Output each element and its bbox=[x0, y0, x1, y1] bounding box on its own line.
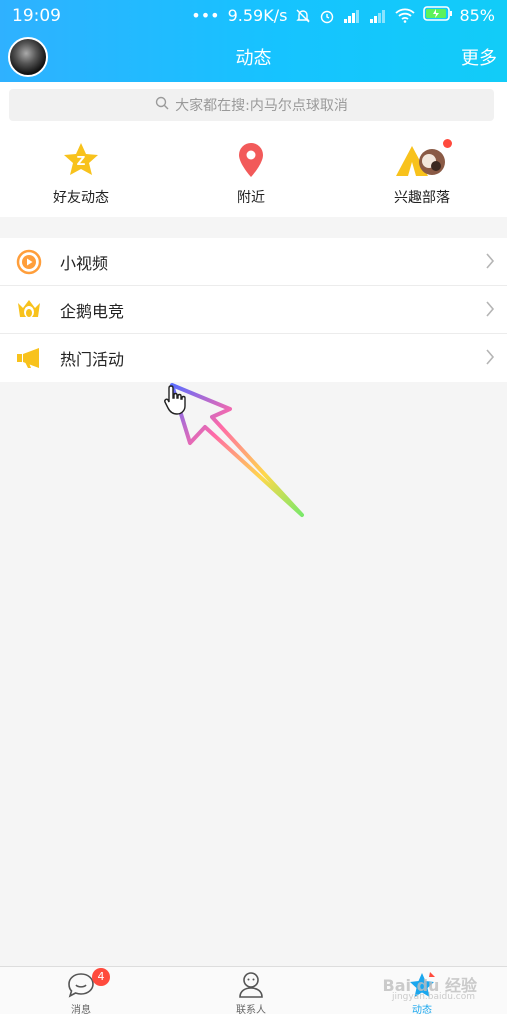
tribe-tent-icon bbox=[392, 137, 452, 183]
hand-cursor-icon bbox=[163, 384, 189, 420]
quick-entries: Z 好友动态 附近 兴趣部落 bbox=[0, 127, 507, 217]
battery: 85% bbox=[423, 6, 495, 25]
quick-entry-label: 附近 bbox=[237, 190, 265, 206]
alarm-icon bbox=[319, 8, 335, 24]
location-pin-icon bbox=[228, 137, 274, 183]
search-placeholder: 大家都在搜:内马尔点球取消 bbox=[175, 98, 348, 114]
svg-text:Z: Z bbox=[77, 154, 86, 168]
list-item-label: 企鹅电竞 bbox=[60, 301, 125, 321]
tab-contacts[interactable]: 联系人 bbox=[191, 971, 311, 1014]
search-icon bbox=[155, 96, 169, 114]
network-speed: 9.59K/s bbox=[227, 6, 288, 25]
watermark-sub: jingyan.baidu.com bbox=[391, 992, 475, 1002]
tab-messages[interactable]: 4 消息 bbox=[21, 968, 141, 1014]
tab-label: 动态 bbox=[412, 1005, 432, 1014]
esports-crown-icon bbox=[14, 295, 44, 325]
chevron-right-icon bbox=[485, 300, 495, 322]
chevron-right-icon bbox=[485, 252, 495, 274]
battery-icon bbox=[423, 6, 453, 25]
title-bar: 动态 更多 bbox=[0, 32, 507, 82]
list-item-label: 小视频 bbox=[60, 253, 109, 273]
tab-label: 消息 bbox=[71, 1005, 91, 1014]
message-badge: 4 bbox=[92, 968, 110, 986]
search-section: 大家都在搜:内马尔点球取消 bbox=[0, 82, 507, 127]
more-dots-icon: ••• bbox=[191, 6, 220, 25]
notification-dot bbox=[443, 139, 452, 148]
feature-list: 小视频 企鹅电竞 热门活动 bbox=[0, 238, 507, 382]
list-item-esports[interactable]: 企鹅电竞 bbox=[0, 286, 507, 334]
friends-star-icon: Z bbox=[58, 137, 104, 183]
status-bar: 19:09 ••• 9.59K/s 85% bbox=[0, 0, 507, 32]
quick-entry-label: 兴趣部落 bbox=[394, 190, 450, 206]
mute-bell-icon bbox=[295, 8, 311, 24]
search-input[interactable]: 大家都在搜:内马尔点球取消 bbox=[9, 89, 494, 121]
video-play-icon bbox=[14, 247, 44, 277]
tab-label: 联系人 bbox=[236, 1005, 266, 1014]
chevron-right-icon bbox=[485, 348, 495, 370]
megaphone-icon bbox=[14, 343, 44, 373]
signal-icon-2 bbox=[369, 9, 387, 23]
signal-icon bbox=[343, 9, 361, 23]
list-item-label: 热门活动 bbox=[60, 350, 125, 369]
status-time: 19:09 bbox=[12, 6, 61, 26]
wifi-icon bbox=[395, 8, 416, 23]
battery-percent: 85% bbox=[459, 6, 495, 25]
page-title: 动态 bbox=[235, 48, 272, 69]
contacts-icon bbox=[236, 971, 266, 999]
more-button[interactable]: 更多 bbox=[461, 44, 497, 70]
quick-entry-tribe[interactable]: 兴趣部落 bbox=[362, 137, 482, 207]
quick-entry-friends[interactable]: Z 好友动态 bbox=[21, 137, 141, 207]
status-right: ••• 9.59K/s 85% bbox=[191, 6, 495, 25]
quick-entry-nearby[interactable]: 附近 bbox=[191, 137, 311, 207]
quick-entry-label: 好友动态 bbox=[53, 190, 109, 206]
header: 19:09 ••• 9.59K/s 85% 动态 更多 bbox=[0, 0, 507, 82]
chat-icon: 4 bbox=[66, 968, 110, 999]
list-item-short-video[interactable]: 小视频 bbox=[0, 238, 507, 286]
